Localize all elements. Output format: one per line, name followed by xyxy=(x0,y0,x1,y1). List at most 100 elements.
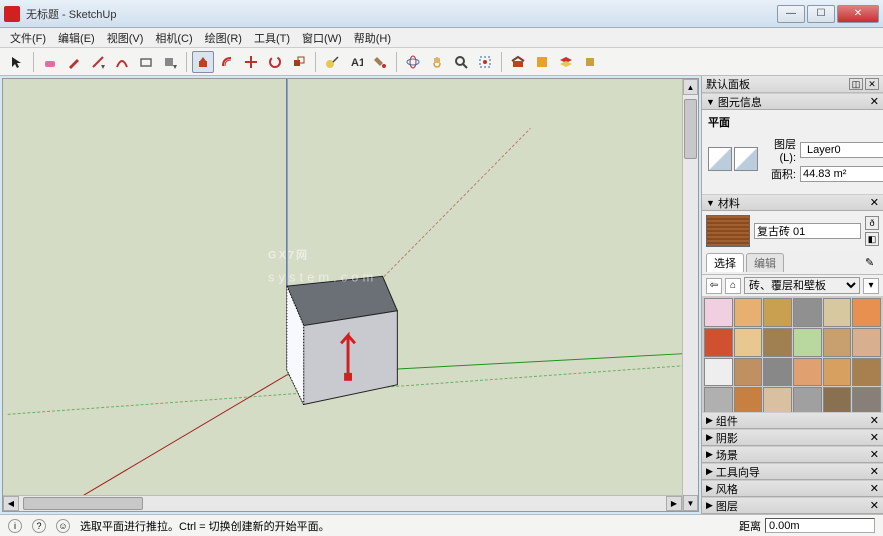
material-swatch[interactable] xyxy=(823,328,852,357)
section-entity-info[interactable]: ▼ 图元信息 ✕ xyxy=(702,93,883,110)
material-swatch[interactable] xyxy=(852,387,881,412)
status-user-icon[interactable]: ☺ xyxy=(56,519,70,533)
material-swatch[interactable] xyxy=(704,387,733,412)
material-create-icon[interactable]: ð xyxy=(865,216,879,230)
material-swatch[interactable] xyxy=(763,358,792,387)
material-swatch[interactable] xyxy=(704,298,733,327)
section-close-icon[interactable]: ✕ xyxy=(870,196,879,209)
material-swatch[interactable] xyxy=(823,358,852,387)
menu-tools[interactable]: 工具(T) xyxy=(248,28,296,48)
status-help-icon[interactable]: ? xyxy=(32,519,46,533)
material-swatch[interactable] xyxy=(763,387,792,412)
material-home-icon[interactable]: ⌂ xyxy=(725,278,741,294)
section-图层[interactable]: ▶图层✕ xyxy=(702,497,883,514)
material-swatch[interactable] xyxy=(823,298,852,327)
material-default-icon[interactable]: ◧ xyxy=(865,232,879,246)
pan-icon[interactable] xyxy=(426,51,448,73)
scrollbar-horizontal[interactable]: ◀ ▶ xyxy=(3,495,682,511)
status-info-icon[interactable]: i xyxy=(8,519,22,533)
material-menu-icon[interactable]: ▾ xyxy=(863,278,879,294)
section-close-icon[interactable]: ✕ xyxy=(870,465,879,478)
section-materials[interactable]: ▼ 材料 ✕ xyxy=(702,194,883,211)
layer-select[interactable]: Layer0 xyxy=(800,142,883,158)
section-工具向导[interactable]: ▶工具向导✕ xyxy=(702,463,883,480)
menu-view[interactable]: 视图(V) xyxy=(101,28,150,48)
tab-select[interactable]: 选择 xyxy=(706,253,744,272)
text-icon[interactable]: A1 xyxy=(345,51,367,73)
menu-file[interactable]: 文件(F) xyxy=(4,28,52,48)
menu-help[interactable]: 帮助(H) xyxy=(348,28,397,48)
select-icon[interactable] xyxy=(6,51,28,73)
rotate-icon[interactable] xyxy=(264,51,286,73)
material-swatch[interactable] xyxy=(763,328,792,357)
close-button[interactable]: ✕ xyxy=(837,5,879,23)
move-icon[interactable] xyxy=(240,51,262,73)
zoom-icon[interactable] xyxy=(450,51,472,73)
offset-icon[interactable] xyxy=(216,51,238,73)
section-风格[interactable]: ▶风格✕ xyxy=(702,480,883,497)
sample-paint-icon[interactable]: ✎ xyxy=(865,256,879,270)
face-swatches[interactable] xyxy=(708,147,758,171)
scroll-down-icon[interactable]: ▼ xyxy=(683,495,698,511)
material-swatch[interactable] xyxy=(823,387,852,412)
zoom-extents-icon[interactable] xyxy=(474,51,496,73)
shapes-dropdown-icon[interactable] xyxy=(159,51,181,73)
material-swatch[interactable] xyxy=(704,328,733,357)
scroll-up-icon[interactable]: ▲ xyxy=(683,79,698,95)
material-swatch[interactable] xyxy=(704,358,733,387)
scroll-thumb-v[interactable] xyxy=(684,99,697,159)
warehouse-icon[interactable] xyxy=(507,51,529,73)
tape-icon[interactable] xyxy=(321,51,343,73)
menu-edit[interactable]: 编辑(E) xyxy=(52,28,101,48)
menu-window[interactable]: 窗口(W) xyxy=(296,28,348,48)
menu-draw[interactable]: 绘图(R) xyxy=(199,28,248,48)
material-swatch[interactable] xyxy=(763,298,792,327)
section-close-icon[interactable]: ✕ xyxy=(870,431,879,444)
distance-input[interactable] xyxy=(765,518,875,533)
section-close-icon[interactable]: ✕ xyxy=(870,448,879,461)
extensions-icon[interactable] xyxy=(531,51,553,73)
section-组件[interactable]: ▶组件✕ xyxy=(702,412,883,429)
tray-close-icon[interactable]: ✕ xyxy=(865,78,879,90)
arc-icon[interactable] xyxy=(111,51,133,73)
material-swatch[interactable] xyxy=(734,298,763,327)
material-swatch[interactable] xyxy=(852,358,881,387)
material-back-icon[interactable]: ⇦ xyxy=(706,278,722,294)
front-face-swatch[interactable] xyxy=(708,147,732,171)
outliner-icon[interactable] xyxy=(579,51,601,73)
back-face-swatch[interactable] xyxy=(734,147,758,171)
scrollbar-vertical[interactable]: ▲ ▼ xyxy=(682,79,698,511)
rect-icon[interactable] xyxy=(135,51,157,73)
orbit-icon[interactable] xyxy=(402,51,424,73)
material-swatch[interactable] xyxy=(852,328,881,357)
material-swatch[interactable] xyxy=(793,328,822,357)
scroll-right-icon[interactable]: ▶ xyxy=(666,496,682,511)
material-swatch[interactable] xyxy=(852,298,881,327)
section-close-icon[interactable]: ✕ xyxy=(870,499,879,512)
material-swatch[interactable] xyxy=(734,328,763,357)
minimize-button[interactable]: — xyxy=(777,5,805,23)
line-dropdown-icon[interactable] xyxy=(87,51,109,73)
section-close-icon[interactable]: ✕ xyxy=(870,414,879,427)
material-category-select[interactable]: 砖、覆层和壁板 xyxy=(744,277,860,294)
material-swatch[interactable] xyxy=(793,358,822,387)
material-swatch[interactable] xyxy=(793,298,822,327)
material-swatch[interactable] xyxy=(793,387,822,412)
paint-icon[interactable] xyxy=(369,51,391,73)
scroll-left-icon[interactable]: ◀ xyxy=(3,496,19,511)
section-close-icon[interactable]: ✕ xyxy=(870,95,879,108)
material-swatch[interactable] xyxy=(734,387,763,412)
viewport[interactable]: GX7网 system.com ▲ ▼ ◀ ▶ xyxy=(2,78,699,512)
eraser-icon[interactable] xyxy=(39,51,61,73)
tray-pin-icon[interactable]: ◫ xyxy=(849,78,863,90)
menu-camera[interactable]: 相机(C) xyxy=(149,28,198,48)
material-preview[interactable] xyxy=(706,215,750,247)
material-swatch[interactable] xyxy=(734,358,763,387)
pencil-icon[interactable] xyxy=(63,51,85,73)
section-场景[interactable]: ▶场景✕ xyxy=(702,446,883,463)
pushpull-icon[interactable] xyxy=(192,51,214,73)
section-close-icon[interactable]: ✕ xyxy=(870,482,879,495)
tab-edit[interactable]: 编辑 xyxy=(746,253,784,272)
layers-icon[interactable] xyxy=(555,51,577,73)
scale-icon[interactable] xyxy=(288,51,310,73)
